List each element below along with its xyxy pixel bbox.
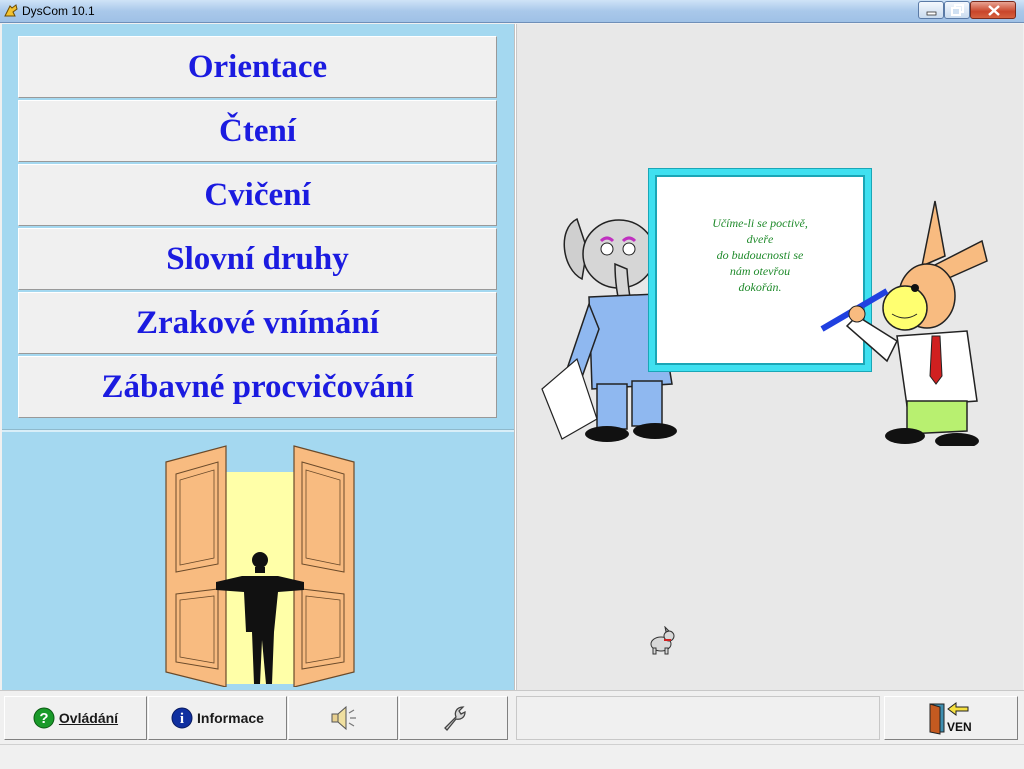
speaker-icon bbox=[331, 705, 356, 731]
dog-icon bbox=[650, 626, 675, 655]
maximize-button[interactable] bbox=[944, 1, 970, 19]
app-icon bbox=[4, 4, 18, 17]
status-panel bbox=[516, 696, 880, 740]
controls-label: Ovládání bbox=[58, 710, 119, 726]
sound-button[interactable] bbox=[288, 696, 398, 740]
menu-item-label: Cvičení bbox=[204, 176, 311, 213]
menu-item-cteni[interactable]: Čtení bbox=[18, 100, 497, 162]
menu-item-orientace[interactable]: Orientace bbox=[18, 36, 497, 98]
menu-item-zabavne-procvicovani[interactable]: Zábavné procvičování bbox=[18, 356, 497, 418]
bottom-toolbar: ? Ovládání i Informace VEN bbox=[0, 690, 1024, 745]
menu-item-label: Orientace bbox=[187, 48, 328, 85]
exit-button[interactable]: VEN bbox=[884, 696, 1018, 740]
svg-text:?: ? bbox=[39, 710, 48, 727]
controls-button[interactable]: ? Ovládání bbox=[4, 696, 147, 740]
menu-item-label: Zrakové vnímání bbox=[136, 304, 379, 341]
restore-icon bbox=[951, 4, 964, 16]
left-pane: Orientace Čtení Cvičení Slovní druhy Zra… bbox=[2, 24, 514, 690]
settings-button[interactable] bbox=[399, 696, 508, 740]
window-title: DysCom 10.1 bbox=[22, 4, 95, 18]
menu-item-zrakove-vnimani[interactable]: Zrakové vnímání bbox=[18, 292, 497, 354]
close-icon bbox=[988, 5, 1000, 16]
help-icon: ? bbox=[33, 707, 55, 729]
exit-door-icon: VEN bbox=[929, 702, 972, 735]
donkey-illustration bbox=[820, 200, 988, 446]
menu-item-cviceni[interactable]: Cvičení bbox=[18, 164, 497, 226]
menu-item-label: Slovní druhy bbox=[166, 240, 349, 277]
close-button[interactable] bbox=[970, 1, 1016, 19]
exit-label: VEN bbox=[947, 720, 972, 734]
status-bar bbox=[0, 744, 1024, 769]
svg-text:i: i bbox=[180, 711, 184, 727]
minimize-icon bbox=[926, 11, 937, 16]
open-doors-illustration bbox=[165, 445, 355, 687]
menu-item-slovni-druhy[interactable]: Slovní druhy bbox=[18, 228, 497, 290]
pane-divider bbox=[2, 429, 514, 432]
title-bar: DysCom 10.1 bbox=[0, 0, 1024, 23]
minimize-button[interactable] bbox=[918, 1, 944, 19]
wrench-icon bbox=[443, 706, 466, 731]
right-pane: Učíme-li se poctivě, dveře do budoucnost… bbox=[516, 24, 1023, 690]
main-menu: Orientace Čtení Cvičení Slovní druhy Zra… bbox=[18, 36, 497, 422]
menu-item-label: Zábavné procvičování bbox=[101, 368, 414, 405]
information-button[interactable]: i Informace bbox=[148, 696, 287, 740]
information-label: Informace bbox=[197, 710, 264, 726]
menu-item-label: Čtení bbox=[219, 112, 296, 149]
info-icon: i bbox=[171, 707, 193, 729]
